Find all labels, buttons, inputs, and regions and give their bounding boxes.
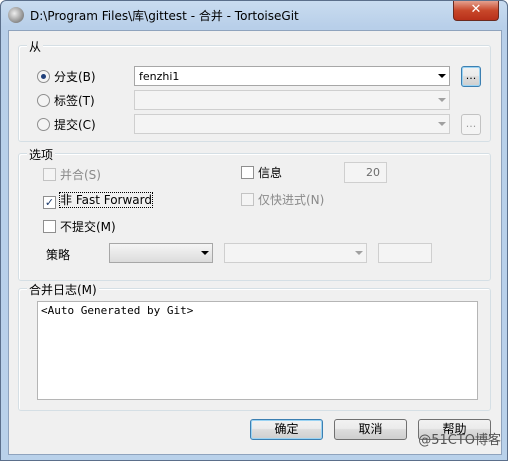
cancel-button[interactable]: 取消 [334,419,407,440]
ff-only-label: 仅快进式(N) [258,193,325,207]
radio-indicator [37,70,50,83]
checkbox-box [241,193,254,206]
radio-indicator [37,118,50,131]
from-group-title: 从 [27,38,44,55]
merge-log-group-title: 合并日志(M) [27,281,99,298]
branch-combo[interactable]: fenzhi1 [134,66,450,86]
tag-radio-label: 标签(T) [54,94,95,108]
tag-combo[interactable] [134,90,450,110]
checkbox-box [241,166,254,179]
no-fast-forward-checkbox[interactable]: ✓ 非 Fast Forward [43,191,153,209]
ff-only-checkbox[interactable]: 仅快进式(N) [241,191,324,208]
watermark-text: @51CTO博客 [418,433,501,448]
strategy-option-combo[interactable] [224,243,367,263]
chevron-down-icon [201,251,209,255]
message-checkbox[interactable]: 信息 [241,164,282,181]
merge-log-textarea[interactable]: <Auto Generated by Git> [37,301,478,400]
dialog-client-area: 从 分支(B) fenzhi1 ... 标签(T) 提交(C) ... 选项 并… [8,30,502,455]
commit-radio[interactable]: 提交(C) [37,116,96,133]
dialog-window: D:\Program Files\库\gittest - 合并 - Tortoi… [0,0,508,461]
strategy-label: 策略 [46,248,71,262]
check-icon: ✓ [43,196,56,209]
options-group-title: 选项 [27,146,56,163]
log-count-field[interactable]: 20 [344,162,387,183]
squash-label: 并合(S) [60,168,101,182]
chevron-down-icon [438,98,446,102]
strategy-combo[interactable] [109,243,213,263]
strategy-extra-field[interactable] [378,243,432,263]
chevron-down-icon [438,74,446,78]
tag-radio[interactable]: 标签(T) [37,92,95,109]
browse-branch-button[interactable]: ... [461,66,481,87]
title-bar[interactable]: D:\Program Files\库\gittest - 合并 - Tortoi… [1,1,507,29]
from-group: 从 分支(B) fenzhi1 ... 标签(T) 提交(C) ... [18,38,491,142]
chevron-down-icon [355,251,363,255]
tortoisegit-icon [8,7,24,23]
message-label: 信息 [258,166,283,180]
checkbox-box [43,168,56,181]
commit-combo[interactable] [134,114,450,134]
squash-checkbox[interactable]: 并合(S) [43,166,101,183]
commit-radio-label: 提交(C) [54,118,96,132]
checkbox-box [43,220,56,233]
window-title: D:\Program Files\库\gittest - 合并 - Tortoi… [30,9,299,23]
chevron-down-icon [438,122,446,126]
radio-indicator [37,94,50,107]
ok-button[interactable]: 确定 [250,419,323,440]
branch-radio-label: 分支(B) [54,70,96,84]
branch-radio[interactable]: 分支(B) [37,68,96,85]
branch-combo-value: fenzhi1 [139,70,180,83]
merge-log-group: 合并日志(M) <Auto Generated by Git> [18,281,491,411]
no-fast-forward-label: 非 Fast Forward [59,192,153,208]
browse-commit-button[interactable]: ... [461,114,481,135]
no-commit-label: 不提交(M) [60,220,116,234]
no-commit-checkbox[interactable]: 不提交(M) [43,218,116,235]
options-group: 选项 并合(S) 信息 20 ✓ 非 Fast Forward 仅快进式(N) 不… [18,146,491,281]
close-button[interactable]: ✕ [453,1,499,21]
